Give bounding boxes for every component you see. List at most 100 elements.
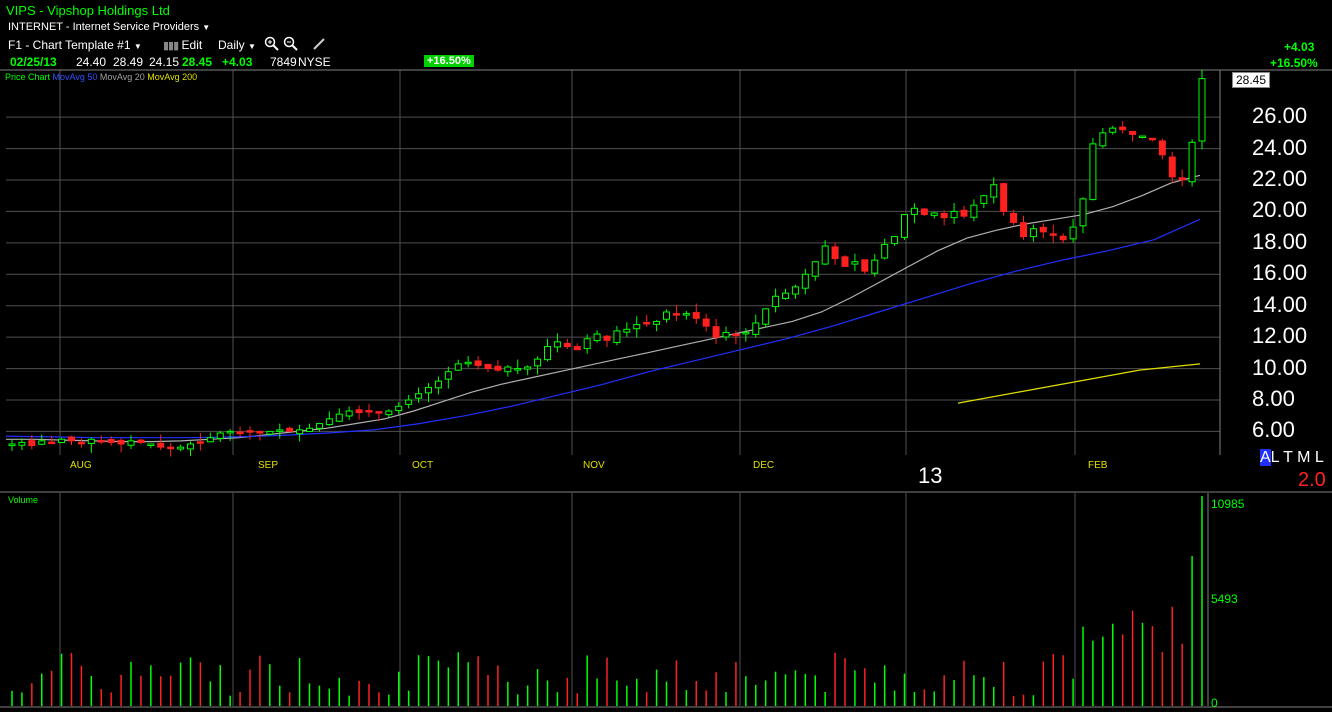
candle-body [791, 286, 799, 295]
candle-body [117, 439, 125, 445]
candle-body [970, 204, 978, 218]
candle-body [315, 423, 323, 429]
candle-body [256, 431, 264, 434]
candle-body [1148, 137, 1156, 141]
candle-body [226, 430, 234, 434]
candle-body [891, 236, 899, 244]
candle-body [672, 313, 680, 316]
candle-body [553, 341, 561, 348]
y-tick-label: 18.00 [1252, 228, 1308, 254]
y-tick-label: 12.00 [1252, 323, 1308, 349]
candle-body [1168, 156, 1176, 178]
candle-body [127, 440, 135, 446]
x-label-year: 13 [918, 463, 943, 488]
candle-body [425, 386, 432, 394]
candle-body [365, 410, 373, 413]
candle-body [524, 366, 532, 370]
candle-body [137, 439, 145, 443]
candle-body [653, 320, 661, 325]
x-label-dec: DEC [753, 460, 775, 471]
candle-body [1158, 140, 1166, 156]
candle-body [444, 371, 452, 380]
candle-body [940, 212, 948, 219]
candle-body [18, 441, 26, 446]
candle-body [901, 214, 908, 238]
candle-body [206, 437, 214, 443]
y-tick-label: 20.00 [1252, 197, 1308, 223]
candle-body [177, 446, 185, 450]
candle-body [772, 295, 780, 308]
candle-body [593, 333, 601, 342]
candle-body [563, 342, 571, 348]
candle-body [811, 261, 819, 277]
candle-body [355, 409, 363, 414]
candle-body [405, 399, 413, 405]
candle-body [801, 273, 809, 289]
candle-body [871, 259, 879, 274]
candle-body [782, 292, 789, 299]
candle-body [167, 446, 175, 450]
y-tick-label: 26.00 [1252, 103, 1308, 129]
candle-body [633, 324, 641, 330]
vol-tick-mid: 5493 [1211, 592, 1238, 606]
candle-body [77, 441, 85, 445]
candle-body [38, 440, 46, 445]
vol-tick-zero: 0 [1211, 696, 1218, 710]
candle-body [514, 368, 522, 371]
candle-body [8, 443, 16, 447]
candle-body [474, 360, 482, 366]
volume-label: Volume [8, 495, 39, 505]
candle-body [851, 261, 859, 265]
candle-body [1059, 235, 1067, 241]
candle-body [732, 333, 740, 337]
candle-body [920, 208, 928, 216]
candle-body [216, 432, 224, 439]
candle-body [345, 410, 353, 417]
candle-body [1039, 226, 1047, 233]
candle-body [702, 318, 710, 327]
candle-body [385, 410, 393, 416]
candle-body [97, 440, 105, 443]
candle-body [107, 439, 115, 443]
vol-tick-max: 10985 [1211, 497, 1245, 511]
candle-body [1119, 126, 1127, 131]
candle-body [1178, 177, 1186, 181]
candle-body [603, 335, 611, 341]
altml-a: A [1260, 449, 1271, 466]
candle-body [1029, 228, 1037, 238]
x-label-oct: OCT [412, 460, 434, 471]
candle-body [682, 313, 690, 316]
y-tick-label: 22.00 [1252, 166, 1308, 191]
candle-body [484, 363, 492, 370]
candle-body [246, 430, 254, 433]
candle-body [454, 363, 462, 371]
altml-toggle[interactable]: AL T M L [1260, 449, 1324, 467]
candle-body [395, 405, 403, 412]
candle-body [236, 431, 244, 435]
candle-body [1089, 143, 1097, 201]
candle-body [752, 322, 760, 335]
candle-body [534, 358, 542, 367]
candle-body [266, 430, 274, 435]
candle-body [980, 195, 988, 204]
candle-body [881, 243, 889, 259]
x-label-sep: SEP [258, 460, 279, 471]
candle-body [960, 209, 968, 217]
candle-body [663, 311, 670, 320]
candle-body [1139, 135, 1146, 138]
candle-body [187, 443, 194, 450]
candle-body [1069, 226, 1077, 240]
candle-body [692, 312, 700, 319]
candle-body [335, 413, 343, 422]
y-tick-label: 6.00 [1252, 417, 1295, 443]
candle-body [950, 210, 958, 219]
altml-rest: L T M L [1270, 449, 1324, 466]
price-chart[interactable] [0, 0, 1332, 712]
y-tick-label: 14.00 [1252, 291, 1308, 317]
candle-body [1000, 183, 1008, 212]
y-tick-label: 24.00 [1252, 134, 1308, 160]
candle-body [990, 184, 998, 198]
ma200-line [957, 363, 1201, 404]
ma50-line [5, 218, 1201, 439]
candle-body [157, 442, 165, 448]
